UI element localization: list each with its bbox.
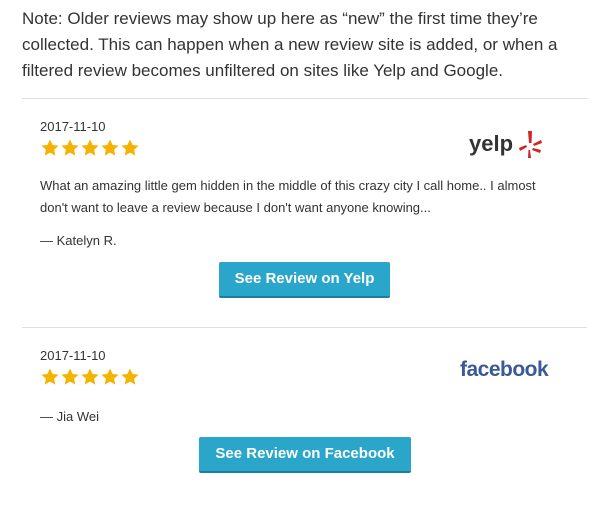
facebook-logo: facebook — [460, 358, 549, 381]
review-card-facebook: 2017-11-10 facebook — Jia Wei See Review… — [22, 328, 587, 506]
review-author: — Jia Wei — [40, 409, 99, 424]
star-icon — [100, 367, 120, 387]
yelp-logo: yelp — [469, 129, 549, 161]
star-icon — [40, 138, 60, 158]
yelp-burst-icon — [519, 131, 542, 158]
review-date: 2017-11-10 — [40, 119, 106, 134]
star-icon — [100, 138, 120, 158]
star-rating — [40, 367, 140, 387]
review-date: 2017-11-10 — [40, 348, 106, 363]
star-icon — [60, 138, 80, 158]
review-card-yelp: 2017-11-10 yelp What an amazing little g… — [22, 99, 587, 327]
star-icon — [80, 138, 100, 158]
reviews-note: Note: Older reviews may show up here as … — [22, 9, 558, 80]
star-icon — [80, 367, 100, 387]
see-review-on-facebook-button[interactable]: See Review on Facebook — [199, 437, 411, 473]
see-review-on-yelp-button[interactable]: See Review on Yelp — [219, 262, 390, 298]
review-author: — Katelyn R. — [40, 233, 117, 248]
star-icon — [40, 367, 60, 387]
star-icon — [120, 138, 140, 158]
star-icon — [120, 367, 140, 387]
star-icon — [60, 367, 80, 387]
star-rating — [40, 138, 140, 158]
review-text: What an amazing little gem hidden in the… — [40, 178, 536, 215]
yelp-logo-text: yelp — [469, 131, 514, 156]
